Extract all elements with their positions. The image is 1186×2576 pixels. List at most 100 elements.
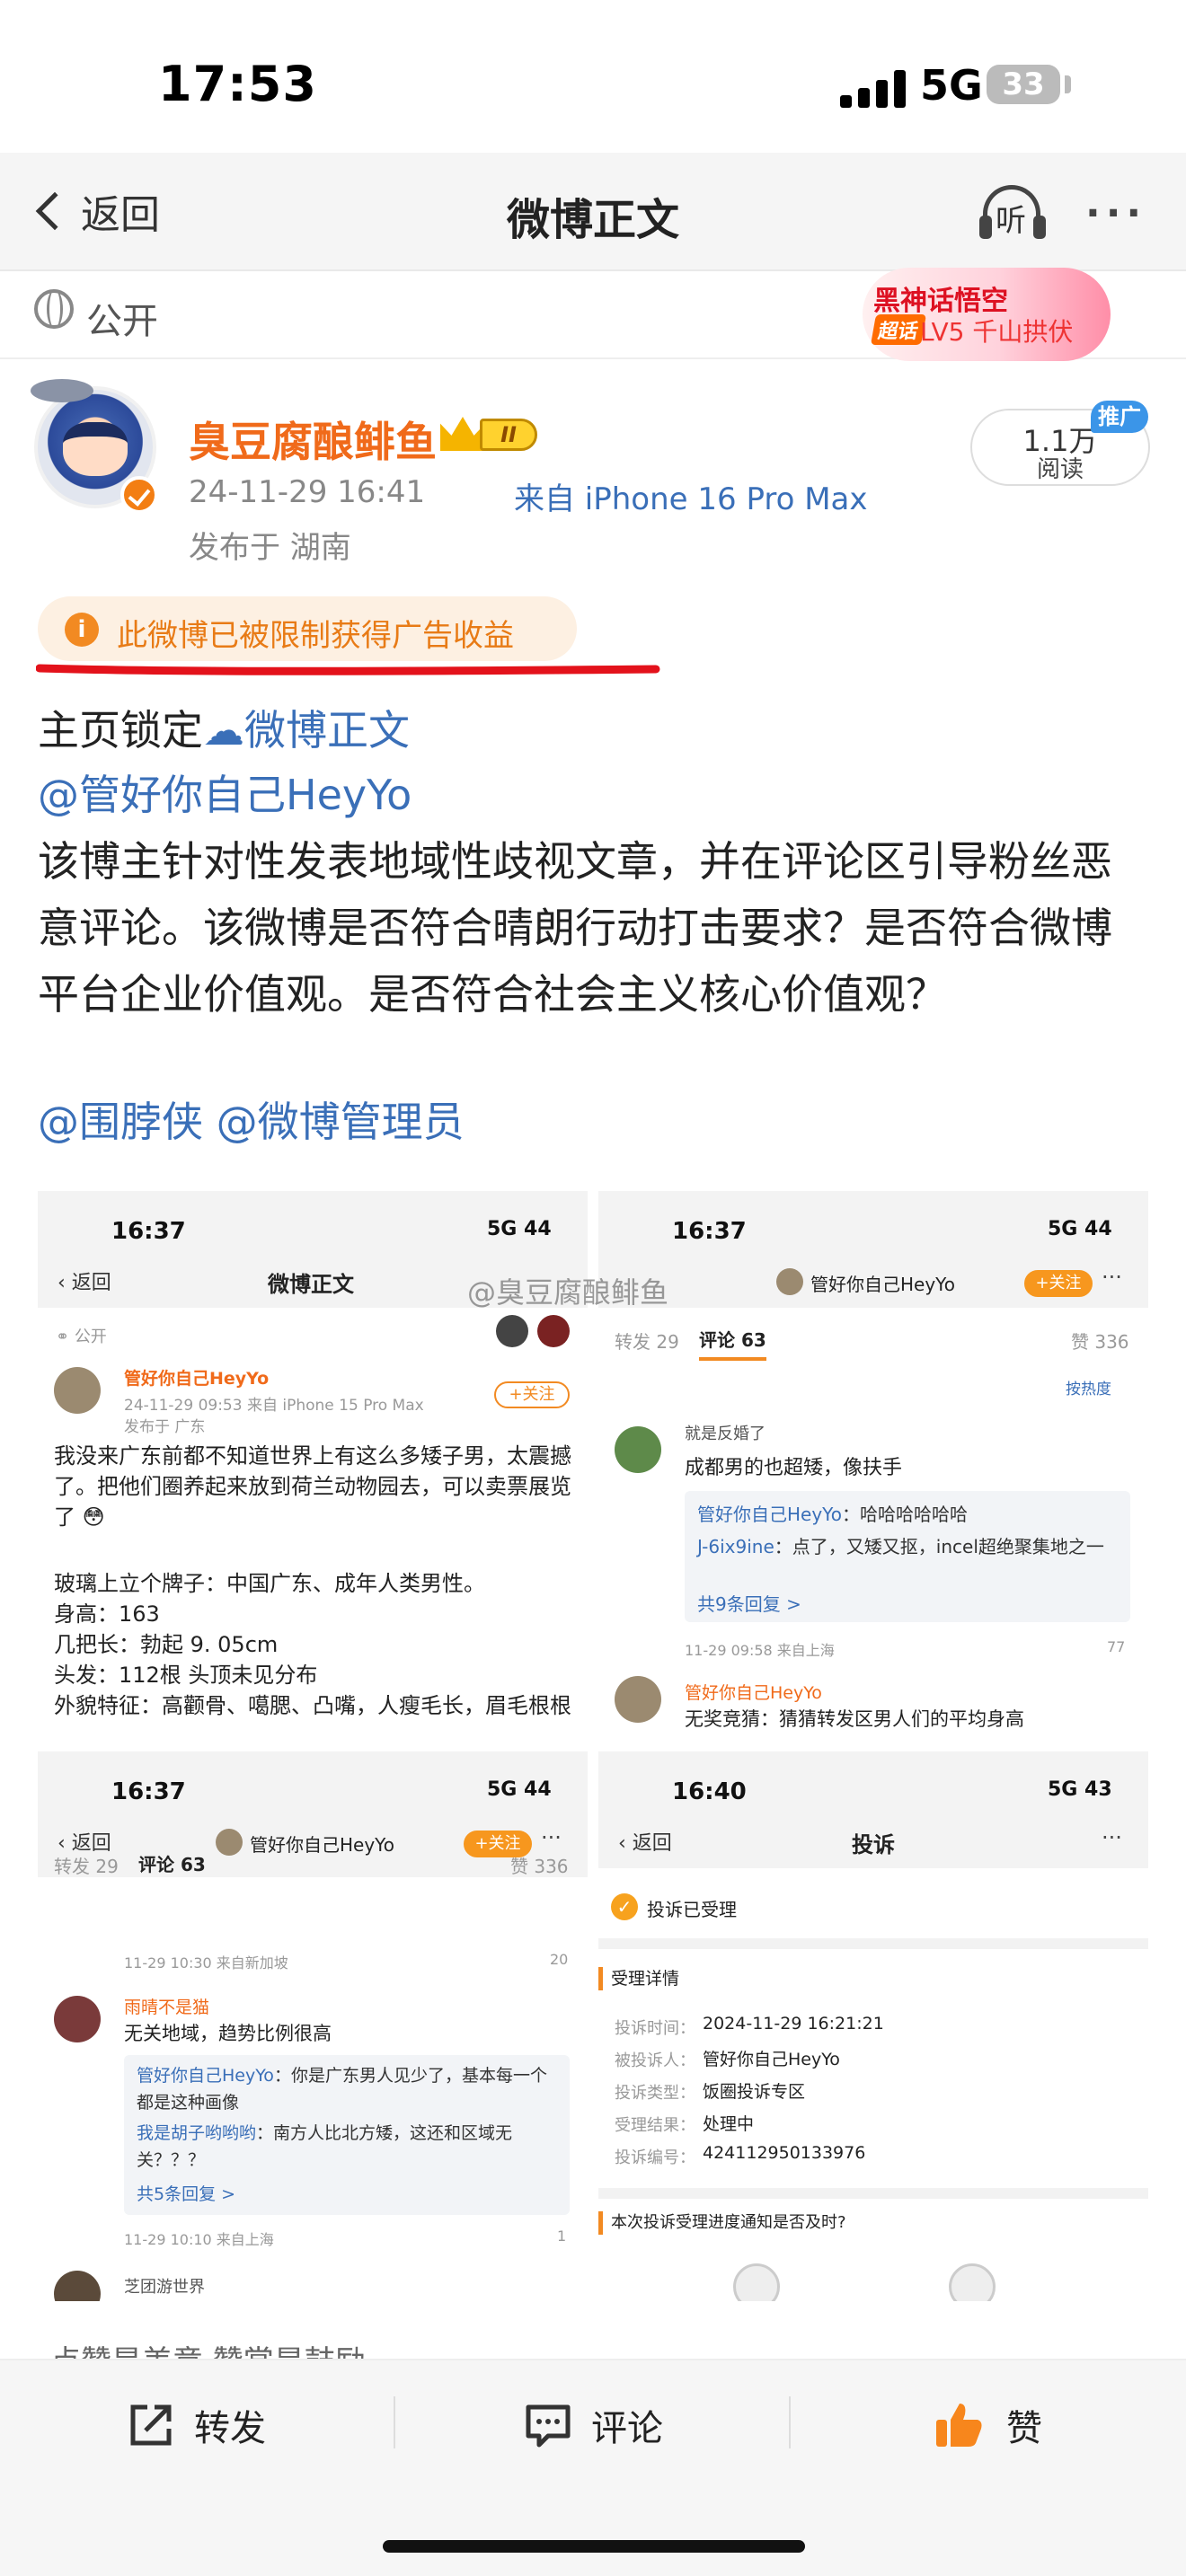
image-4-row-2-val: 管好你自己HeyYo [703,2050,840,2069]
image-1-public-label: 公开 [74,1328,107,1346]
like-button[interactable]: 赞 [934,2398,1042,2452]
image-1-back: ‹ 返回 [58,1272,111,1294]
image-1-meta: 24-11-29 09:53 来自 iPhone 15 Pro Max [124,1397,424,1415]
image-3-c2-name: 芝团游世界 [124,2278,205,2297]
image-1-public: ⚭ 公开 [56,1328,107,1346]
image-1-line-9: 外貌特征：高颧骨、噶腮、凸嘴，人瘦毛长，眉毛根根 [54,1693,571,1718]
signal-icon [840,70,907,108]
image-2-r1-name: 管好你自己HeyYo [697,1504,842,1525]
divider-1 [394,2396,395,2448]
battery-icon: 33 [987,65,1060,104]
image-4-row-4-key: 受理结果： [615,2116,695,2135]
image-4-row-4-val: 处理中 [703,2114,755,2134]
image-1-author: 管好你自己HeyYo [124,1369,270,1389]
image-3-more: ··· [541,1825,562,1850]
battery-tip [1065,75,1071,93]
image-3-network: 5G 44 [487,1778,552,1801]
author-name[interactable]: 臭豆腐酿鲱鱼 [189,410,437,469]
image-3-top-likes: 20 [550,1951,569,1968]
image-3-topbar [38,1751,588,1877]
image-2-c1-avatar [615,1426,661,1473]
image-4-more: ··· [1102,1825,1122,1850]
image-2-nav-avatar [776,1268,803,1295]
image-3-nav-avatar [216,1829,243,1856]
image-3-nav-author: 管好你自己HeyYo [250,1834,394,1856]
image-2[interactable]: 16:37 5G 44 管好你自己HeyYo +关注 ··· 转发 29 评论 … [598,1191,1148,1741]
image-3-more-replies: 共5条回复 > [137,2184,236,2204]
image-2-nav-author: 管好你自己HeyYo [810,1274,955,1295]
post-time: 24-11-29 16:41 [189,474,426,510]
image-3-c1-text: 无关地域，趋势比例很高 [124,2023,332,2044]
promote-tag[interactable]: 推广 [1091,401,1148,433]
image-2-follow: +关注 [1024,1270,1093,1297]
views-label: 阅读 [1036,456,1084,483]
image-4-check-icon: ✓ [611,1893,638,1920]
super-topic-badge: 超话 [871,314,927,345]
mention-weibo-admin[interactable]: @微博管理员 [217,1098,465,1146]
post-source[interactable]: 来自 iPhone 16 Pro Max [514,474,868,518]
image-4-back-label: 返回 [632,1832,672,1855]
image-2-r2-text: ：点了，又矮又抠，incel超绝聚集地之一 [774,1536,1104,1557]
repost-button[interactable]: 转发 [128,2398,266,2452]
image-2-tab-comment: 评论 63 [699,1326,766,1361]
comment-label: 评论 [591,2408,663,2449]
red-underline-annotation [36,664,660,675]
repost-label: 转发 [194,2408,266,2449]
notice-text: 此微博已被限制获得广告收益 [117,618,514,654]
headphone-ear-left [979,216,992,239]
image-4-row-3-val: 饭圈投诉专区 [703,2082,806,2102]
image-2-r1-text: ：哈哈哈哈哈哈 [841,1504,968,1525]
divider-2 [789,2396,791,2448]
image-3-tab-repost: 转发 29 [54,1856,119,1877]
status-time: 17:53 [158,56,317,112]
image-4[interactable]: 16:40 5G 43 ‹ 返回 投诉 ··· ✓ 投诉已受理 受理详情 投诉时… [598,1751,1148,2301]
image-4-title: 投诉 [852,1832,895,1857]
image-1-line-5: 玻璃上立个牌子：中国广东、成年人类男性。 [54,1571,485,1596]
image-1-line-6: 身高：163 [54,1601,160,1627]
more-button[interactable]: ··· [1085,190,1146,236]
image-4-row-2-key: 被投诉人： [615,2051,695,2070]
image-2-sort: 按热度 [1066,1381,1111,1398]
image-1-line-2: 了。把他们圈养起来放到荷兰动物园去，可以卖票展览 [54,1474,571,1499]
back-label: 返回 [81,192,160,238]
mention-weibo-xia[interactable]: @围脖侠 [38,1098,203,1146]
image-3-tab-comment: 评论 63 [138,1854,206,1875]
crown-icon [440,417,485,451]
image-2-c2-avatar [615,1676,661,1723]
image-1-follow: +关注 [494,1381,570,1408]
image-1-time: 16:37 [111,1218,186,1245]
image-2-likes: 赞 336 [1071,1331,1129,1353]
headphone-ear-right [1033,216,1046,239]
image-3[interactable]: 16:37 5G 44 ‹ 返回 管好你自己HeyYo +关注 ··· 转发 2… [38,1751,588,2301]
home-indicator[interactable] [383,2540,805,2553]
listen-label: 听 [996,203,1026,239]
image-2-r2: J-6ix9ine：点了，又矮又抠，incel超绝聚集地之一 [697,1532,1120,1558]
image-3-likes: 赞 336 [510,1856,569,1877]
comment-button[interactable]: 评论 [525,2398,663,2452]
image-3-c1-likes: 1 [557,2228,567,2245]
image-3-c1-avatar [54,1996,101,2042]
mention-heyyo[interactable]: @管好你自己HeyYo [38,762,412,828]
image-2-time: 16:37 [672,1218,747,1245]
image-1-line-8: 头发：112根 头顶未见分布 [54,1663,318,1688]
post-location: 发布于 湖南 [189,530,351,566]
crown-level-badge[interactable]: II [440,415,541,454]
image-4-gap [598,1938,1148,1949]
image-3-time: 16:37 [111,1778,186,1805]
image-4-row-1-val: 2024-11-29 16:21:21 [703,2014,884,2033]
image-1-location: 发布于 广东 [124,1418,206,1436]
image-2-c1-likes: 77 [1107,1638,1126,1655]
verified-badge-icon [120,476,158,514]
info-icon: i [65,613,99,647]
image-4-emoji-b [949,2263,996,2301]
listen-button[interactable]: 听 [979,180,1048,243]
image-3-r1: 管好你自己HeyYo：你是广东男人见少了，基本每一个都是这种画像 [137,2062,559,2116]
back-button[interactable]: 返回 [27,180,160,243]
image-1-title: 微博正文 [268,1272,354,1297]
image-1-avatar [54,1367,101,1414]
link-icon: ☁ [203,706,244,754]
pinned-post-link[interactable]: 微博正文 [244,706,410,754]
image-2-c2-text: 无奖竞猜：猜猜转发区男人们的平均身高 [685,1708,1024,1730]
share-icon [130,2404,172,2446]
image-4-emoji-a [733,2263,780,2301]
